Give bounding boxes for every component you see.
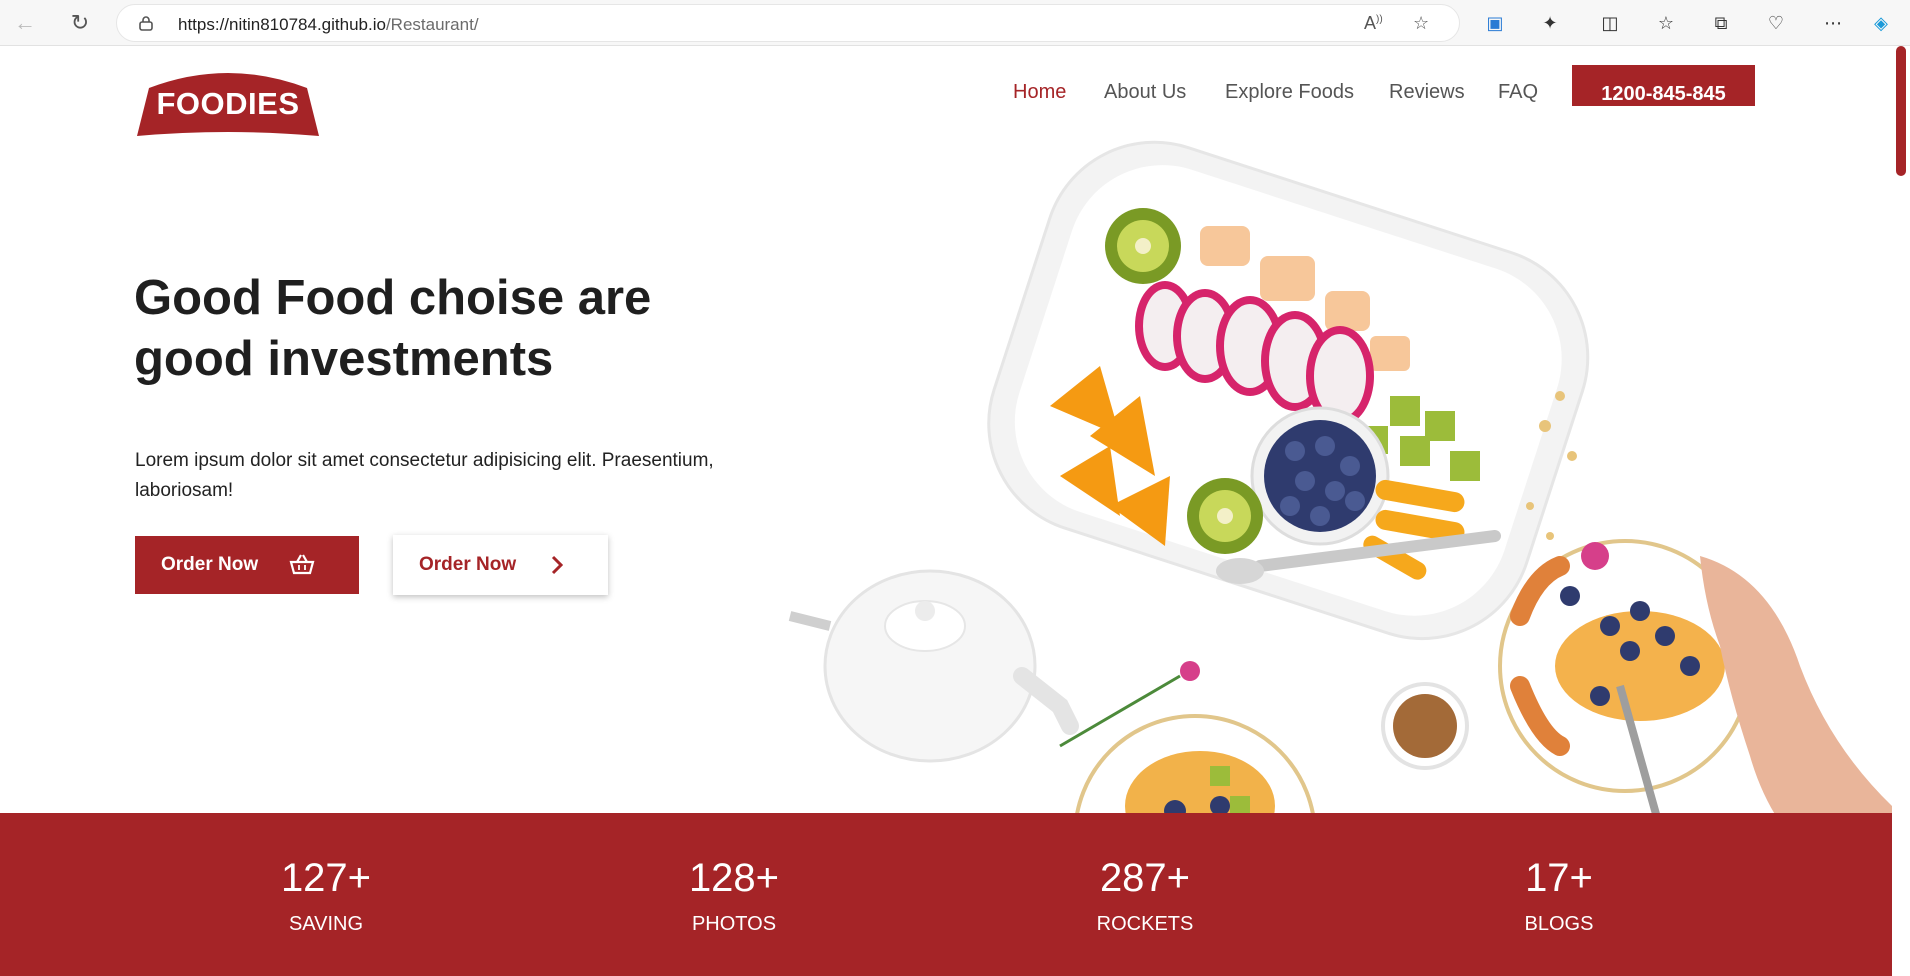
nav-reviews[interactable]: Reviews — [1389, 81, 1465, 104]
star-icon[interactable]: ☆ — [1413, 13, 1429, 34]
hero-description: Lorem ipsum dolor sit amet consectetur a… — [135, 450, 714, 501]
refresh-icon[interactable]: ↻ — [65, 9, 95, 37]
stat-photos: 128+ PHOTOS — [688, 856, 780, 935]
chevron-right-icon — [551, 555, 563, 575]
stats-section: 127+ SAVING 128+ PHOTOS 287+ ROCKETS 17+… — [0, 813, 1892, 976]
order-now-secondary-button[interactable]: Order Now — [393, 535, 608, 595]
restaurant-page: FOODIES Home About Us Explore Foods Revi… — [0, 46, 1892, 976]
nav-explore-foods[interactable]: Explore Foods — [1225, 81, 1354, 104]
hero-food-image — [760, 106, 1892, 866]
nav-faq[interactable]: FAQ — [1498, 81, 1538, 104]
order-now-button[interactable]: Order Now — [135, 536, 359, 594]
stat-blogs: 17+ BLOGS — [1524, 856, 1594, 935]
stat-rockets: 287+ ROCKETS — [1096, 856, 1194, 935]
stat-saving: 127+ SAVING — [280, 856, 372, 935]
more-options-icon[interactable]: ⋯ — [1820, 10, 1846, 36]
extensions-icon[interactable]: ✦ — [1537, 10, 1563, 36]
hero-title: Good Food choise are good investments — [134, 271, 652, 386]
nav-about-us[interactable]: About Us — [1104, 81, 1186, 104]
read-aloud-icon[interactable]: A)) — [1364, 13, 1383, 34]
health-icon[interactable]: ♡ — [1763, 10, 1789, 36]
page-scrollbar[interactable] — [1892, 46, 1910, 976]
split-screen-icon[interactable]: ◫ — [1597, 10, 1623, 36]
scrollbar-thumb[interactable] — [1896, 46, 1906, 176]
collections-icon[interactable]: ⧉ — [1708, 10, 1734, 36]
url-text: https://nitin810784.github.io/Restaurant… — [178, 15, 479, 34]
image-tool-icon[interactable]: ▣ — [1482, 10, 1508, 36]
nav-home[interactable]: Home — [1013, 81, 1066, 104]
order-now-label: Order Now — [161, 554, 259, 575]
lock-icon — [139, 16, 153, 31]
logo-text: FOODIES — [156, 86, 300, 121]
back-icon[interactable]: ← — [10, 9, 40, 37]
order-now-secondary-label: Order Now — [419, 554, 517, 575]
favorites-icon[interactable]: ☆ — [1653, 10, 1679, 36]
address-bar[interactable]: https://nitin810784.github.io/Restaurant… — [116, 4, 1460, 42]
copilot-icon[interactable]: ◈ — [1868, 10, 1894, 36]
browser-toolbar: ← ↻ https://nitin810784.github.io/Restau… — [0, 0, 1910, 46]
basket-icon — [289, 554, 315, 575]
